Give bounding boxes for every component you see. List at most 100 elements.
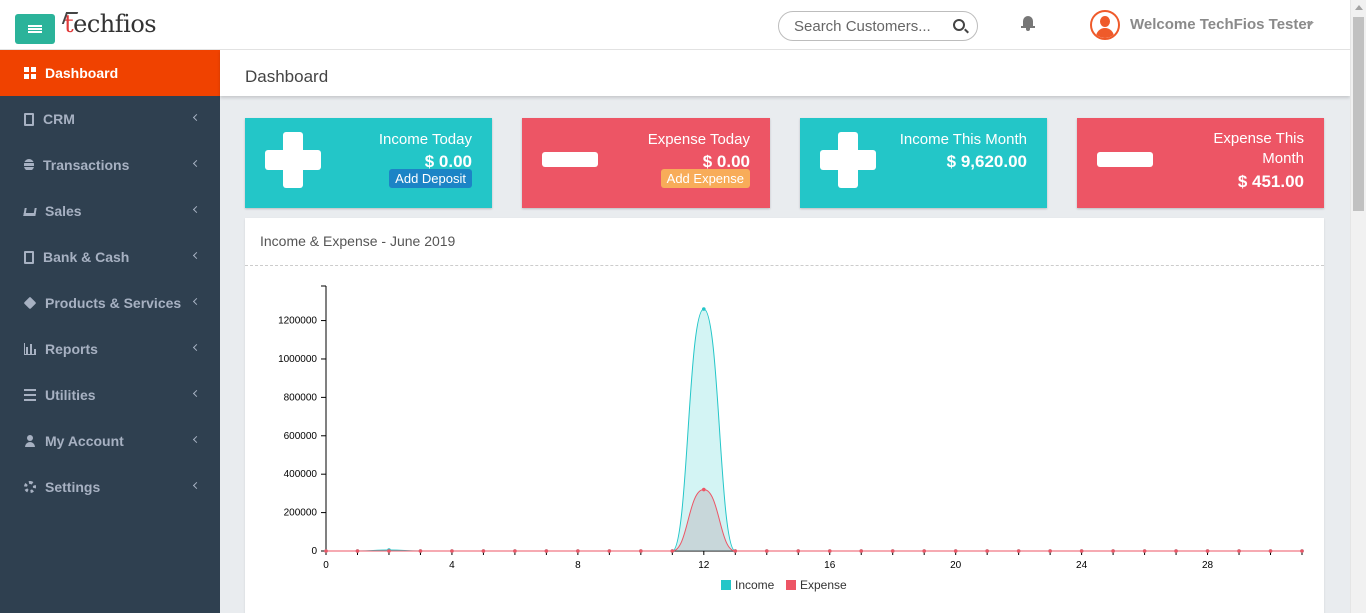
data-point-expense <box>1268 549 1273 553</box>
series-area-income <box>326 309 1302 551</box>
data-point-expense <box>481 549 486 553</box>
legend-swatch-income <box>721 580 731 590</box>
sidebar-item-products-services[interactable]: Products & Services <box>0 280 220 326</box>
data-point-expense <box>639 549 643 553</box>
income-expense-chart: 0 200000 400000 600000 800000 1000000 1200000 0… <box>278 285 1304 592</box>
x-tick-label: 28 <box>1202 560 1214 571</box>
sidebar-item-utilities[interactable]: Utilities <box>0 372 220 418</box>
y-tick-label: 1200000 <box>278 316 317 327</box>
sidebar-item-my-account[interactable]: My Account <box>0 418 220 464</box>
y-tick-label: 200000 <box>284 508 318 519</box>
plus-icon <box>820 132 876 188</box>
add-expense-button[interactable]: Add Expense <box>660 169 750 188</box>
logo: techfios <box>64 10 157 38</box>
legend-label-expense: Expense <box>800 578 847 592</box>
data-point-expense <box>355 549 360 553</box>
bank-icon <box>24 250 34 264</box>
data-point-expense <box>796 549 801 553</box>
search-input[interactable] <box>794 18 944 35</box>
data-point-expense <box>1142 549 1147 553</box>
sidebar: Dashboard CRM Transactions Sales Bank & … <box>0 50 220 613</box>
panel-title: Income & Expense - June 2019 <box>260 233 456 249</box>
search-icon[interactable] <box>953 19 965 31</box>
chevron-left-icon <box>192 343 201 352</box>
data-point-expense <box>1205 549 1210 553</box>
minus-icon <box>1097 152 1153 167</box>
data-point-expense <box>418 549 423 553</box>
data-point-expense <box>922 549 926 553</box>
scrollbar-thumb[interactable] <box>1353 17 1364 211</box>
data-point-expense <box>576 549 580 553</box>
chevron-left-icon <box>192 205 201 214</box>
avatar[interactable] <box>1090 10 1120 40</box>
page-scrollbar[interactable] <box>1350 0 1366 613</box>
x-tick-label: 16 <box>824 560 836 571</box>
sidebar-item-transactions[interactable]: Transactions <box>0 142 220 188</box>
user-icon <box>24 435 36 447</box>
data-point-expense <box>607 549 612 553</box>
top-header: techfios Welcome TechFios Tester <box>0 0 1350 50</box>
data-point-expense <box>670 549 675 553</box>
card-amount: $ 9,620.00 <box>946 152 1027 171</box>
chevron-left-icon <box>192 435 201 444</box>
chevron-left-icon <box>192 159 201 168</box>
search-box[interactable] <box>778 11 978 41</box>
plus-icon <box>265 132 321 188</box>
sidebar-item-sales[interactable]: Sales <box>0 188 220 234</box>
caret-down-icon[interactable] <box>1306 22 1314 26</box>
data-point-expense <box>733 549 738 553</box>
sidebar-item-reports[interactable]: Reports <box>0 326 220 372</box>
cube-icon <box>23 296 37 310</box>
data-point-expense <box>324 549 328 553</box>
data-point-expense <box>890 549 895 553</box>
sidebar-item-crm[interactable]: CRM <box>0 96 220 142</box>
x-tick-label: 0 <box>323 560 329 571</box>
sidebar-item-dashboard[interactable]: Dashboard <box>0 50 220 96</box>
data-point-income <box>702 307 706 311</box>
series-area-expense <box>326 489 1302 551</box>
data-point-expense <box>1048 549 1052 553</box>
data-point-expense <box>764 549 769 553</box>
page-title-bar: Dashboard <box>220 50 1350 96</box>
card-title: Income Today <box>378 131 472 148</box>
user-menu-label[interactable]: Welcome TechFios Tester <box>1130 16 1313 33</box>
chevron-left-icon <box>192 251 201 260</box>
data-point-expense <box>953 549 958 553</box>
data-point-expense <box>1300 549 1304 553</box>
data-point-expense <box>859 549 864 553</box>
add-deposit-button[interactable]: Add Deposit <box>389 169 472 188</box>
sidebar-item-bank-cash[interactable]: Bank & Cash <box>0 234 220 280</box>
card-amount: $ 451.00 <box>1237 172 1304 191</box>
chevron-left-icon <box>192 389 201 398</box>
gear-icon <box>24 481 36 493</box>
legend-swatch-expense <box>786 580 796 590</box>
bell-icon[interactable] <box>1021 16 1035 31</box>
x-tick-label: 20 <box>950 560 962 571</box>
data-point-expense <box>1111 549 1115 553</box>
cart-icon <box>23 208 37 216</box>
y-tick-label: 0 <box>311 546 317 557</box>
y-tick-label: 800000 <box>284 392 318 403</box>
sidebar-item-settings[interactable]: Settings <box>0 464 220 510</box>
crm-icon <box>24 112 34 126</box>
data-point-expense <box>1174 549 1178 553</box>
data-point-expense <box>450 549 454 553</box>
income-today-card: Income Today $ 0.00 Add Deposit <box>245 118 492 208</box>
data-point-expense <box>702 487 706 492</box>
chevron-left-icon <box>192 481 201 490</box>
card-title: Expense This Month <box>1213 130 1304 167</box>
chevron-left-icon <box>192 297 201 306</box>
menu-toggle-button[interactable] <box>15 14 55 44</box>
x-tick-label: 8 <box>575 560 581 571</box>
bar-chart-icon <box>24 343 36 355</box>
y-tick-label: 600000 <box>284 431 318 442</box>
scroll-up-arrow[interactable] <box>1355 5 1363 10</box>
y-tick-label: 1000000 <box>278 354 317 365</box>
data-point-expense <box>827 549 832 553</box>
minus-icon <box>542 152 598 167</box>
y-tick-label: 400000 <box>284 469 318 480</box>
series-line-income <box>326 308 1302 552</box>
dashboard-icon <box>24 67 36 79</box>
database-icon <box>24 159 34 171</box>
chevron-left-icon <box>192 113 201 122</box>
